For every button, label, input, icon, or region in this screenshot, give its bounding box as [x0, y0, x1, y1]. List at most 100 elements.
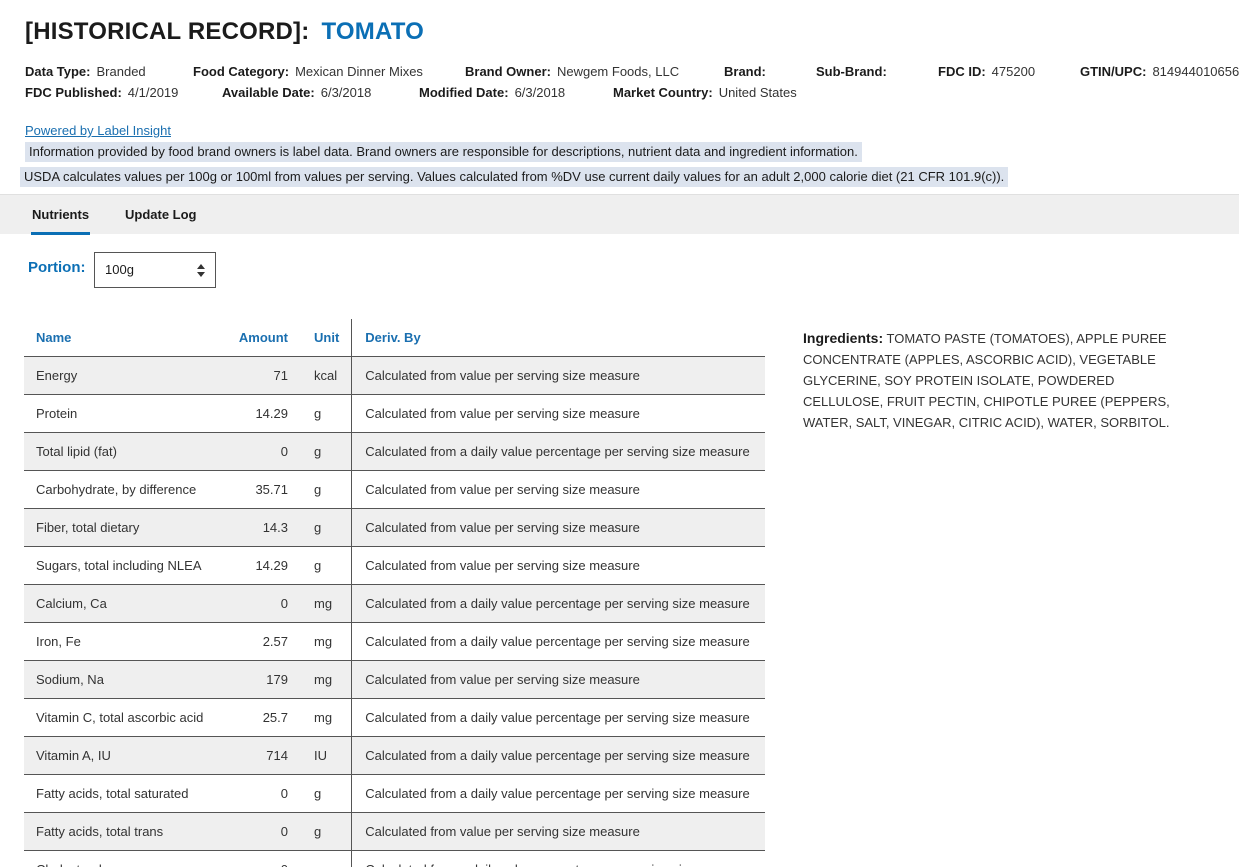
nutrient-name: Iron, Fe — [24, 622, 220, 661]
nutrient-deriv-by: Calculated from value per serving size m… — [351, 812, 765, 851]
nutrient-deriv-by: Calculated from a daily value percentage… — [351, 850, 765, 867]
nutrient-name: Fatty acids, total trans — [24, 812, 220, 851]
table-row: Fatty acids, total saturated 0 g Calculated… — [24, 774, 765, 813]
nutrient-unit: kcal — [300, 356, 352, 395]
nutrient-name: Cholesterol — [24, 850, 220, 867]
nutrient-amount: 14.3 — [220, 508, 300, 547]
nutrient-name: Protein — [24, 394, 220, 433]
nutrient-name: Fatty acids, total saturated — [24, 774, 220, 813]
meta-market-country: Market Country: United States — [613, 85, 797, 100]
nutrient-deriv-by: Calculated from a daily value percentage… — [351, 736, 765, 775]
nutrient-amount: 0 — [220, 812, 300, 851]
table-row: Total lipid (fat) 0 g Calculated from a dai… — [24, 432, 765, 471]
header-deriv-by[interactable]: Deriv. By — [351, 319, 765, 357]
label-data-notice: Information provided by food brand owner… — [25, 142, 862, 162]
powered-by-link[interactable]: Powered by Label Insight — [25, 123, 171, 138]
meta-brand: Brand: — [724, 64, 766, 79]
nutrient-unit: mg — [300, 622, 352, 661]
ingredients-label: Ingredients: — [803, 330, 884, 346]
tab-update-log[interactable]: Update Log — [125, 195, 197, 235]
nutrient-name: Vitamin C, total ascorbic acid — [24, 698, 220, 737]
nutrient-unit: mg — [300, 850, 352, 867]
nutrient-unit: g — [300, 470, 352, 509]
select-arrows-icon — [197, 264, 205, 277]
table-header-row: Name Amount Unit Deriv. By — [24, 319, 765, 357]
nutrient-name: Sugars, total including NLEA — [24, 546, 220, 585]
table-row: Sugars, total including NLEA 14.29 g Calcul… — [24, 546, 765, 585]
nutrient-deriv-by: Calculated from a daily value percentage… — [351, 698, 765, 737]
nutrient-deriv-by: Calculated from value per serving size m… — [351, 660, 765, 699]
nutrient-deriv-by: Calculated from value per serving size m… — [351, 508, 765, 547]
nutrient-unit: g — [300, 774, 352, 813]
nutrient-amount: 14.29 — [220, 546, 300, 585]
nutrient-unit: mg — [300, 698, 352, 737]
nutrient-unit: g — [300, 812, 352, 851]
table-row: Sodium, Na 179 mg Calculated from value per… — [24, 660, 765, 699]
table-row: Fatty acids, total trans 0 g Calculated fro… — [24, 812, 765, 851]
nutrient-deriv-by: Calculated from a daily value percentage… — [351, 584, 765, 623]
meta-gtin-upc: GTIN/UPC: 814944010656 — [1080, 64, 1239, 79]
nutrient-amount: 179 — [220, 660, 300, 699]
food-name: TOMATO — [321, 18, 424, 45]
tab-bar: Nutrients Update Log — [0, 194, 1239, 235]
meta-food-category: Food Category: Mexican Dinner Mixes — [193, 64, 423, 79]
header-amount[interactable]: Amount — [220, 319, 300, 357]
nutrient-amount: 714 — [220, 736, 300, 775]
table-row: Vitamin C, total ascorbic acid 25.7 mg Calc… — [24, 698, 765, 737]
nutrient-unit: mg — [300, 584, 352, 623]
nutrient-unit: g — [300, 546, 352, 585]
nutrient-amount: 25.7 — [220, 698, 300, 737]
nutrient-unit: g — [300, 508, 352, 547]
nutrient-name: Total lipid (fat) — [24, 432, 220, 471]
nutrient-name: Calcium, Ca — [24, 584, 220, 623]
nutrient-amount: 2.57 — [220, 622, 300, 661]
ingredients-panel: Ingredients: TOMATO PASTE (TOMATOES), AP… — [803, 328, 1173, 433]
nutrient-unit: g — [300, 394, 352, 433]
header-unit[interactable]: Unit — [300, 319, 352, 357]
nutrient-amount: 71 — [220, 356, 300, 395]
portion-label: Portion: — [28, 259, 86, 276]
nutrient-unit: IU — [300, 736, 352, 775]
table-row: Carbohydrate, by difference 35.71 g Calcula… — [24, 470, 765, 509]
nutrient-deriv-by: Calculated from a daily value percentage… — [351, 774, 765, 813]
meta-data-type: Data Type: Branded — [25, 64, 146, 79]
table-row: Calcium, Ca 0 mg Calculated from a daily va… — [24, 584, 765, 623]
historical-record-label: [HISTORICAL RECORD]: — [25, 18, 310, 45]
nutrient-amount: 14.29 — [220, 394, 300, 433]
meta-available-date: Available Date: 6/3/2018 — [222, 85, 372, 100]
table-row: Iron, Fe 2.57 mg Calculated from a daily va… — [24, 622, 765, 661]
table-row: Energy 71 kcal Calculated from value per se… — [24, 356, 765, 395]
nutrient-deriv-by: Calculated from value per serving size m… — [351, 470, 765, 509]
nutrient-amount: 0 — [220, 850, 300, 867]
portion-select[interactable]: 100g — [94, 252, 216, 288]
meta-fdc-published: FDC Published: 4/1/2019 — [25, 85, 179, 100]
meta-modified-date: Modified Date: 6/3/2018 — [419, 85, 566, 100]
nutrient-name: Vitamin A, IU — [24, 736, 220, 775]
nutrients-table: Name Amount Unit Deriv. By Energy 71 kcal C… — [24, 319, 765, 867]
nutrient-unit: mg — [300, 660, 352, 699]
nutrient-name: Energy — [24, 356, 220, 395]
usda-calc-notice: USDA calculates values per 100g or 100ml… — [20, 167, 1009, 187]
nutrient-amount: 0 — [220, 774, 300, 813]
meta-fdc-id: FDC ID: 475200 — [938, 64, 1036, 79]
table-row: Vitamin A, IU 714 IU Calculated from a dail… — [24, 736, 765, 775]
nutrient-deriv-by: Calculated from value per serving size m… — [351, 356, 765, 395]
header-name[interactable]: Name — [24, 319, 220, 357]
nutrient-name: Carbohydrate, by difference — [24, 470, 220, 509]
portion-selected-value: 100g — [105, 262, 134, 277]
nutrient-amount: 35.71 — [220, 470, 300, 509]
nutrient-deriv-by: Calculated from value per serving size m… — [351, 546, 765, 585]
nutrient-name: Fiber, total dietary — [24, 508, 220, 547]
table-row: Cholesterol0mgCalculated from a daily va… — [24, 850, 765, 867]
table-row: Fiber, total dietary 14.3 g Calculated from… — [24, 508, 765, 547]
tab-nutrients[interactable]: Nutrients — [30, 195, 91, 235]
nutrient-amount: 0 — [220, 584, 300, 623]
nutrient-deriv-by: Calculated from a daily value percentage… — [351, 622, 765, 661]
meta-sub-brand: Sub-Brand: — [816, 64, 887, 79]
table-row: Protein 14.29 g Calculated from value per s… — [24, 394, 765, 433]
nutrient-unit: g — [300, 432, 352, 471]
nutrient-deriv-by: Calculated from a daily value percentage… — [351, 432, 765, 471]
meta-brand-owner: Brand Owner: Newgem Foods, LLC — [465, 64, 680, 79]
page-title: [HISTORICAL RECORD]: TOMATO — [25, 18, 424, 46]
nutrient-amount: 0 — [220, 432, 300, 471]
